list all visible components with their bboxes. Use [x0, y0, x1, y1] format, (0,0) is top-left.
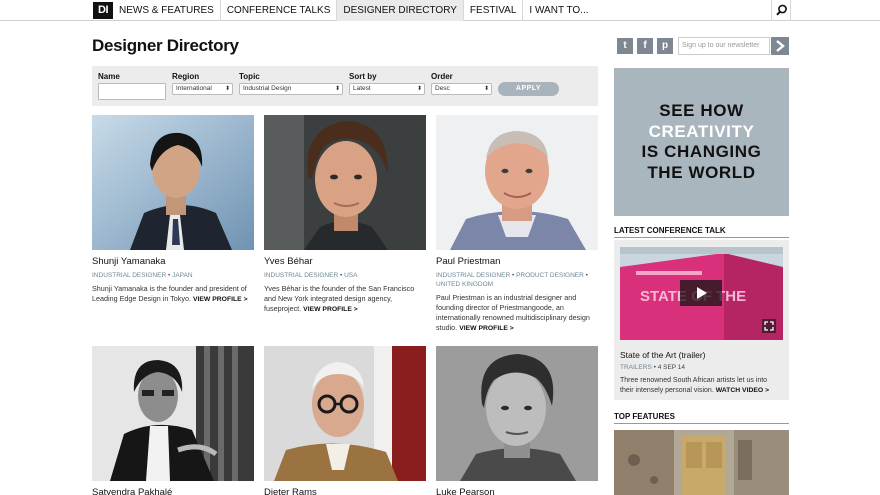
tag[interactable]: INDUSTRIAL DESIGNER — [92, 272, 166, 279]
fullscreen-button[interactable] — [762, 319, 776, 333]
view-profile-link[interactable]: VIEW PROFILE > — [459, 325, 514, 332]
order-label: Order — [431, 72, 453, 81]
name-input[interactable] — [98, 83, 166, 100]
designer-description: Yves Béhar is the founder of the San Fra… — [264, 284, 426, 315]
designer-tags: INDUSTRIAL DESIGNER • PRODUCT DESIGNER •… — [436, 272, 588, 288]
designer-photo[interactable] — [264, 115, 426, 250]
region-select-value: International — [176, 85, 212, 92]
select-arrows-icon: ⬍ — [416, 86, 422, 92]
order-select[interactable]: Desc ⬍ — [431, 83, 492, 95]
talk-description: Three renowned South African artists let… — [620, 376, 782, 396]
play-button[interactable] — [680, 280, 722, 306]
video-thumbnail[interactable]: STATE OF THE — [620, 247, 783, 340]
newsletter-input[interactable]: Sign up to our newsletter — [678, 37, 770, 55]
designer-name[interactable]: Satyendra Pakhalé — [92, 487, 254, 495]
sortby-label: Sort by — [349, 72, 377, 81]
select-arrows-icon: ⬍ — [334, 86, 340, 92]
latest-talk-heading: LATEST CONFERENCE TALK — [614, 226, 789, 238]
twitter-icon[interactable]: t — [617, 38, 633, 54]
view-profile-link[interactable]: VIEW PROFILE > — [303, 306, 358, 313]
topic-select-value: Industrial Design — [243, 85, 292, 92]
sortby-select-value: Latest — [353, 85, 371, 92]
apply-button[interactable]: APPLY — [498, 82, 559, 96]
fullscreen-icon — [764, 321, 774, 331]
topic-label: Topic — [239, 72, 260, 81]
designer-tags: INDUSTRIAL DESIGNER • JAPAN — [92, 272, 193, 279]
latest-talk-card: STATE OF THE State of the Art (trailer) … — [614, 240, 789, 400]
designer-photo[interactable] — [92, 346, 254, 481]
tag[interactable]: INDUSTRIAL DESIGNER — [264, 272, 338, 279]
designer-card: Shunji Yamanaka INDUSTRIAL DESIGNER • JA… — [92, 115, 254, 305]
talk-meta: TRAILERS • 4 SEP 14 — [620, 364, 686, 371]
designer-photo[interactable] — [264, 346, 426, 481]
pinterest-icon[interactable]: p — [657, 38, 673, 54]
tag[interactable]: USA — [344, 272, 357, 279]
name-label: Name — [98, 72, 120, 81]
top-features-heading: TOP FEATURES — [614, 412, 789, 424]
ad-text-line: THE WORLD — [647, 162, 756, 182]
select-arrows-icon: ⬍ — [224, 86, 230, 92]
tag[interactable]: INDUSTRIAL DESIGNER — [436, 272, 510, 279]
nav-item-designer-directory[interactable]: DESIGNER DIRECTORY — [337, 0, 464, 21]
sortby-select[interactable]: Latest ⬍ — [349, 83, 425, 95]
designer-description: Shunji Yamanaka is the founder and presi… — [92, 284, 254, 305]
designer-name[interactable]: Shunji Yamanaka — [92, 256, 254, 267]
tag[interactable]: UNITED KINGDOM — [436, 281, 493, 288]
topic-select[interactable]: Industrial Design ⬍ — [239, 83, 343, 95]
region-select[interactable]: International ⬍ — [172, 83, 233, 95]
order-select-value: Desc — [435, 85, 450, 92]
designer-photo[interactable] — [92, 115, 254, 250]
nav-menu: NEWS & FEATURES CONFERENCE TALKS DESIGNE… — [113, 0, 595, 21]
designer-name[interactable]: Paul Priestman — [436, 256, 598, 267]
designer-name[interactable]: Yves Béhar — [264, 256, 426, 267]
nav-item-conference-talks[interactable]: CONFERENCE TALKS — [221, 0, 338, 21]
tag[interactable]: PRODUCT DESIGNER — [516, 272, 584, 279]
designer-description: Paul Priestman is an industrial designer… — [436, 293, 598, 334]
top-navigation: DI NEWS & FEATURES CONFERENCE TALKS DESI… — [0, 0, 880, 21]
designer-photo[interactable] — [436, 346, 598, 481]
tag[interactable]: JAPAN — [172, 272, 192, 279]
site-logo[interactable]: DI — [93, 2, 113, 19]
designer-card: Paul Priestman INDUSTRIAL DESIGNER • PRO… — [436, 115, 598, 334]
designer-name[interactable]: Dieter Rams — [264, 487, 426, 495]
ad-text-line: SEE HOW — [659, 101, 744, 120]
talk-category[interactable]: TRAILERS — [620, 364, 652, 371]
designer-name[interactable]: Luke Pearson — [436, 487, 598, 495]
search-button[interactable] — [771, 0, 791, 21]
search-icon — [776, 4, 787, 16]
designer-photo[interactable] — [436, 115, 598, 250]
ad-text-line: IS CHANGING — [641, 142, 762, 161]
talk-date: 4 SEP 14 — [657, 364, 686, 371]
designer-card: Luke Pearson — [436, 346, 598, 495]
newsletter-submit-button[interactable] — [771, 37, 789, 55]
nav-item-i-want-to[interactable]: I WANT TO... — [523, 0, 594, 21]
arrow-right-icon — [776, 40, 785, 52]
designer-tags: INDUSTRIAL DESIGNER • USA — [264, 272, 358, 279]
nav-item-festival[interactable]: FESTIVAL — [464, 0, 524, 21]
facebook-icon[interactable]: f — [637, 38, 653, 54]
talk-title[interactable]: State of the Art (trailer) — [620, 350, 706, 360]
designer-card: Satyendra Pakhalé — [92, 346, 254, 495]
page-title: Designer Directory — [92, 36, 239, 55]
ad-banner[interactable]: SEE HOW CREATIVITY IS CHANGING THE WORLD — [614, 68, 789, 216]
view-profile-link[interactable]: VIEW PROFILE > — [193, 296, 248, 303]
feature-thumbnail[interactable] — [614, 430, 789, 495]
filter-bar: Name Region International ⬍ Topic Indust… — [92, 66, 598, 106]
region-label: Region — [172, 72, 200, 81]
ad-text-line: CREATIVITY — [648, 121, 755, 141]
designer-card: Dieter Rams — [264, 346, 426, 495]
play-icon — [697, 287, 707, 299]
designer-card: Yves Béhar INDUSTRIAL DESIGNER • USA Yve… — [264, 115, 426, 315]
select-arrows-icon: ⬍ — [483, 86, 489, 92]
nav-item-news-features[interactable]: NEWS & FEATURES — [113, 0, 221, 21]
watch-video-link[interactable]: WATCH VIDEO > — [716, 387, 769, 394]
